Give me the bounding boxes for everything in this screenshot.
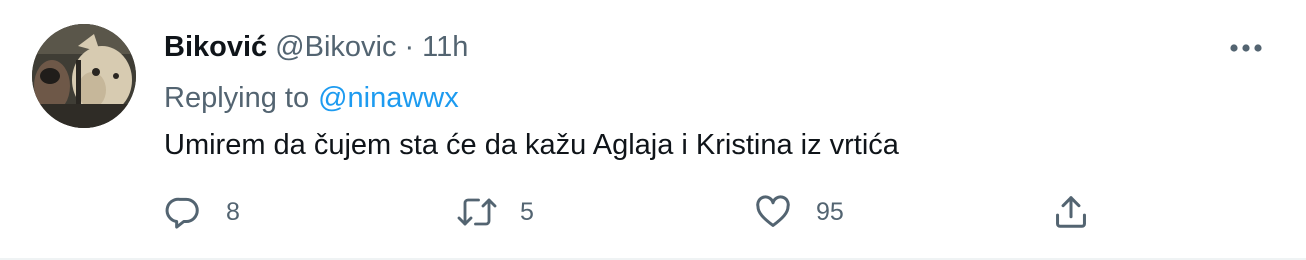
reply-button[interactable]: 8 xyxy=(162,190,240,234)
avatar[interactable] xyxy=(32,24,136,128)
reply-count: 8 xyxy=(226,197,240,226)
display-name[interactable]: Biković xyxy=(164,26,267,68)
share-icon xyxy=(1050,191,1092,233)
timestamp[interactable]: 11h xyxy=(422,26,468,68)
tweet[interactable]: Biković @Bikovic · 11h Replying to @nina… xyxy=(0,0,1306,260)
retweet-button[interactable]: 5 xyxy=(456,190,534,234)
replying-to-line: Replying to @ninawwx xyxy=(164,78,459,118)
heart-icon xyxy=(752,191,794,233)
more-icon xyxy=(1230,44,1262,52)
replying-to-label: Replying to xyxy=(164,82,310,114)
like-button[interactable]: 95 xyxy=(752,190,844,234)
more-options-button[interactable] xyxy=(1224,28,1268,68)
replying-to-mention[interactable]: @ninawwx xyxy=(318,78,459,118)
separator-dot: · xyxy=(404,31,415,63)
retweet-icon xyxy=(456,191,498,233)
like-count: 95 xyxy=(816,197,844,226)
tweet-header: Biković @Bikovic · 11h xyxy=(164,26,468,68)
share-button[interactable] xyxy=(1050,190,1092,234)
avatar-image xyxy=(32,24,136,128)
reply-icon xyxy=(162,191,204,233)
tweet-text: Umirem da čujem sta će da kažu Aglaja i … xyxy=(164,129,899,161)
retweet-count: 5 xyxy=(520,197,534,226)
user-handle[interactable]: @Bikovic xyxy=(275,26,396,68)
